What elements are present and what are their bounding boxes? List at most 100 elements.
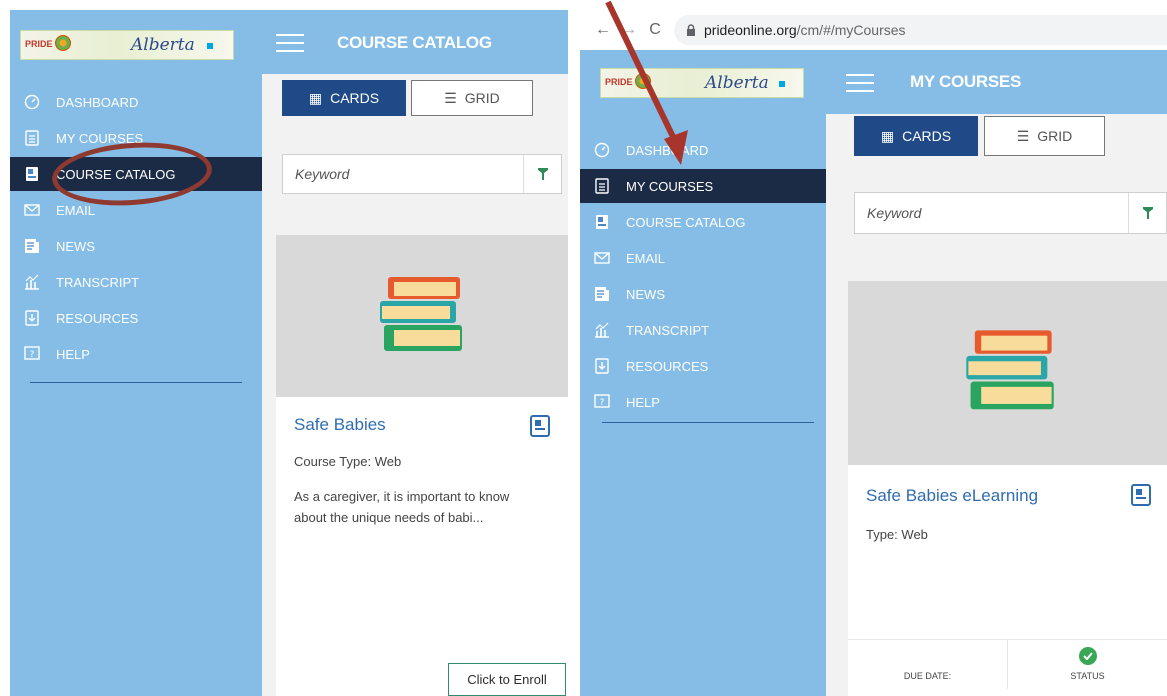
sidebar-item-label: DASHBOARD: [626, 142, 709, 158]
logo-alberta-text: Alberta: [705, 73, 769, 93]
course-card-image: [848, 281, 1167, 465]
filter-icon[interactable]: [1128, 193, 1166, 233]
logo-pride-text: PRIDE: [25, 39, 53, 49]
sidebar-item-resources[interactable]: RESOURCES: [580, 349, 826, 383]
pride-alberta-logo[interactable]: PRIDE Alberta: [600, 68, 804, 98]
my-courses-screenshot: ← → C prideonline.org/cm/#/myCourses PRI…: [580, 10, 1167, 696]
sidebar-item-label: RESOURCES: [56, 310, 139, 326]
sidebar-item-label: EMAIL: [626, 250, 666, 266]
back-arrow-icon[interactable]: ←: [590, 21, 616, 39]
help-icon: ?: [24, 346, 40, 362]
status-cell: STATUS: [1007, 640, 1167, 689]
app-header: PRIDE Alberta COURSE CATALOG: [10, 10, 568, 74]
sidebar-item-label: DASHBOARD: [56, 94, 139, 110]
cards-view-label: CARDS: [902, 128, 952, 144]
sidebar-item-dashboard[interactable]: DASHBOARD: [10, 85, 262, 119]
sidebar-item-label: NEWS: [626, 286, 665, 302]
sidebar-item-label: TRANSCRIPT: [626, 322, 710, 338]
filter-icon[interactable]: [523, 155, 561, 193]
address-bar[interactable]: prideonline.org/cm/#/myCourses: [674, 15, 1167, 45]
course-title[interactable]: Safe Babies eLearning: [866, 486, 1038, 506]
sidebar-item-resources[interactable]: RESOURCES: [10, 301, 262, 335]
logo-online-emblem: [55, 35, 71, 51]
sidebar-item-course-catalog[interactable]: COURSE CATALOG: [580, 205, 826, 239]
cards-view-button[interactable]: ▦ CARDS: [282, 80, 406, 116]
cards-grid-icon: ▦: [880, 127, 895, 144]
lock-icon: [687, 24, 695, 36]
sidebar-item-my-courses[interactable]: MY COURSES: [580, 169, 826, 203]
browser-toolbar: ← → C prideonline.org/cm/#/myCourses: [580, 10, 1167, 50]
sidebar-divider: [602, 422, 814, 423]
status-label: STATUS: [1070, 671, 1105, 681]
sidebar-item-transcript[interactable]: TRANSCRIPT: [580, 313, 826, 347]
course-title[interactable]: Safe Babies: [294, 415, 386, 435]
keyword-search[interactable]: Keyword: [282, 154, 562, 194]
grid-view-label: GRID: [1037, 128, 1073, 144]
course-catalog-screenshot: PRIDE Alberta COURSE CATALOG DASHBOARD MY…: [10, 10, 568, 696]
sidebar-item-label: COURSE CATALOG: [626, 214, 746, 230]
course-card-image: [276, 235, 568, 397]
sidebar-item-label: NEWS: [56, 238, 95, 254]
sidebar-item-label: HELP: [56, 346, 90, 362]
due-date-label: DUE DATE:: [903, 671, 952, 681]
sidebar-item-label: RESOURCES: [626, 358, 709, 374]
app-header: PRIDE Alberta MY COURSES: [580, 50, 1167, 114]
my-courses-content: ▦ CARDS ☰ GRID Keyword Safe Babies eLear…: [826, 114, 1167, 696]
catalog-content: ▦ CARDS ☰ GRID Keyword Safe Babies Cours…: [262, 74, 568, 696]
url-host: prideonline.org: [704, 22, 797, 38]
sidebar-item-transcript[interactable]: TRANSCRIPT: [10, 265, 262, 299]
logo-pride-text: PRIDE: [605, 77, 633, 87]
sidebar-item-help[interactable]: ? HELP: [10, 337, 262, 371]
svg-text:?: ?: [600, 398, 605, 408]
sidebar-divider: [30, 382, 242, 383]
grid-view-button[interactable]: ☰ GRID: [984, 116, 1105, 156]
sidebar-item-label: MY COURSES: [626, 178, 714, 194]
books-icon: [966, 330, 1054, 410]
page-title: MY COURSES: [910, 72, 1021, 91]
resources-icon: [24, 310, 40, 326]
sidebar-item-help[interactable]: ? HELP: [580, 385, 826, 419]
list-icon: ☰: [1016, 127, 1030, 144]
my-courses-icon: [24, 130, 40, 146]
cards-view-label: CARDS: [330, 90, 380, 106]
dashboard-icon: [24, 94, 40, 110]
sidebar-item-news[interactable]: NEWS: [580, 277, 826, 311]
search-input[interactable]: Keyword: [855, 205, 1128, 221]
transcript-icon: [24, 274, 40, 290]
course-type-icon: [530, 415, 550, 437]
sidebar-item-label: HELP: [626, 394, 660, 410]
search-input[interactable]: Keyword: [283, 166, 523, 182]
menu-hamburger-icon[interactable]: [846, 74, 874, 92]
books-icon: [380, 277, 462, 351]
keyword-search[interactable]: Keyword: [854, 192, 1167, 234]
grid-view-label: GRID: [464, 90, 500, 106]
course-card[interactable]: Safe Babies eLearning Type: Web DUE DATE…: [848, 281, 1167, 696]
sidebar: DASHBOARD MY COURSES COURSE CATALOG EMAIL NE…: [580, 114, 826, 696]
help-icon: ?: [594, 394, 610, 410]
course-catalog-icon: [24, 166, 40, 182]
email-icon: [594, 250, 610, 266]
sidebar-item-news[interactable]: NEWS: [10, 229, 262, 263]
menu-hamburger-icon[interactable]: [276, 34, 304, 52]
sidebar-item-dashboard[interactable]: DASHBOARD: [580, 133, 826, 167]
course-card-footer: DUE DATE: STATUS: [848, 639, 1167, 689]
cards-view-button[interactable]: ▦ CARDS: [854, 116, 978, 156]
sidebar-item-label: TRANSCRIPT: [56, 274, 140, 290]
grid-view-button[interactable]: ☰ GRID: [411, 80, 533, 116]
course-type: Course Type: Web: [294, 454, 402, 469]
reload-icon[interactable]: C: [642, 21, 668, 39]
pride-alberta-logo[interactable]: PRIDE Alberta: [20, 30, 234, 60]
course-catalog-icon: [594, 214, 610, 230]
logo-alberta-text: Alberta: [131, 35, 195, 55]
news-icon: [594, 286, 610, 302]
course-type-icon: [1131, 484, 1151, 506]
enroll-button[interactable]: Click to Enroll: [448, 663, 566, 696]
page-title: COURSE CATALOG: [337, 33, 492, 52]
sidebar-item-email[interactable]: EMAIL: [580, 241, 826, 275]
list-icon: ☰: [444, 89, 457, 106]
due-date-cell: DUE DATE:: [848, 640, 1007, 689]
cards-grid-icon: ▦: [308, 89, 323, 106]
forward-arrow-icon[interactable]: →: [616, 21, 642, 39]
course-card[interactable]: Safe Babies Course Type: Web As a caregi…: [276, 235, 568, 696]
resources-icon: [594, 358, 610, 374]
